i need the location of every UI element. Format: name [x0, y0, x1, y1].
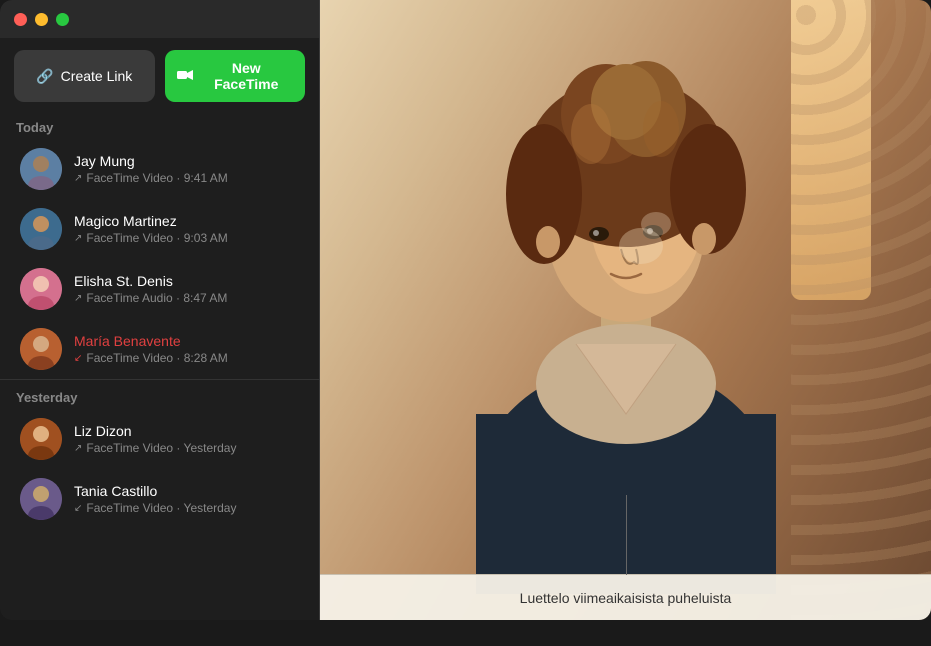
call-arrow-jay: ↗: [74, 173, 82, 184]
call-detail-text-tania: FaceTime Video · Yesterday: [86, 501, 236, 515]
link-icon: 🔗: [36, 68, 53, 85]
call-detail-magico: ↗ FaceTime Video · 9:03 AM: [74, 231, 299, 245]
call-detail-jay: ↗ FaceTime Video · 9:41 AM: [74, 171, 299, 185]
avatar-liz: [20, 418, 62, 460]
call-arrow-liz: ↗: [74, 443, 82, 454]
call-name-magico: Magico Martinez: [74, 213, 299, 229]
call-name-tania: Tania Castillo: [74, 483, 299, 499]
call-info-magico: Magico Martinez ↗ FaceTime Video · 9:03 …: [74, 213, 299, 245]
call-detail-text-elisha: FaceTime Audio · 8:47 AM: [86, 291, 227, 305]
call-item-magico[interactable]: Magico Martinez ↗ FaceTime Video · 9:03 …: [4, 199, 315, 259]
call-item-maria[interactable]: María Benavente ↙ FaceTime Video · 8:28 …: [4, 319, 315, 379]
toolbar: 🔗 Create Link New FaceTime: [0, 38, 319, 114]
yesterday-section-label: Yesterday: [0, 384, 319, 409]
call-arrow-elisha: ↗: [74, 293, 82, 304]
caption-pointer-line: [626, 495, 627, 575]
call-arrow-tania: ↙: [74, 503, 82, 514]
call-item-tania[interactable]: Tania Castillo ↙ FaceTime Video · Yester…: [4, 469, 315, 529]
call-item-jay[interactable]: Jay Mung ↗ FaceTime Video · 9:41 AM: [4, 139, 315, 199]
maximize-button[interactable]: [56, 13, 69, 26]
call-name-jay: Jay Mung: [74, 153, 299, 169]
call-name-liz: Liz Dizon: [74, 423, 299, 439]
app-window: 🔗 Create Link New FaceTime Today: [0, 0, 931, 620]
call-detail-text-jay: FaceTime Video · 9:41 AM: [86, 171, 227, 185]
video-camera-icon: [177, 68, 193, 84]
avatar-maria: [20, 328, 62, 370]
call-info-jay: Jay Mung ↗ FaceTime Video · 9:41 AM: [74, 153, 299, 185]
call-info-elisha: Elisha St. Denis ↗ FaceTime Audio · 8:47…: [74, 273, 299, 305]
avatar-jay: [20, 148, 62, 190]
call-detail-text-maria: FaceTime Video · 8:28 AM: [86, 351, 227, 365]
caption-area: Luettelo viimeaikaisista puheluista: [320, 574, 931, 620]
call-info-maria: María Benavente ↙ FaceTime Video · 8:28 …: [74, 333, 299, 365]
call-name-elisha: Elisha St. Denis: [74, 273, 299, 289]
call-detail-liz: ↗ FaceTime Video · Yesterday: [74, 441, 299, 455]
titlebar: [0, 0, 319, 38]
call-arrow-magico: ↗: [74, 233, 82, 244]
call-arrow-maria: ↙: [74, 353, 82, 364]
call-name-maria: María Benavente: [74, 333, 299, 349]
call-info-liz: Liz Dizon ↗ FaceTime Video · Yesterday: [74, 423, 299, 455]
call-info-tania: Tania Castillo ↙ FaceTime Video · Yester…: [74, 483, 299, 515]
create-link-label: Create Link: [61, 68, 133, 84]
avatar-elisha: [20, 268, 62, 310]
call-item-elisha[interactable]: Elisha St. Denis ↗ FaceTime Audio · 8:47…: [4, 259, 315, 319]
call-detail-tania: ↙ FaceTime Video · Yesterday: [74, 501, 299, 515]
section-divider: [0, 379, 319, 380]
today-section-label: Today: [0, 114, 319, 139]
new-facetime-button[interactable]: New FaceTime: [165, 50, 306, 102]
avatar-magico: [20, 208, 62, 250]
call-detail-text-liz: FaceTime Video · Yesterday: [86, 441, 236, 455]
minimize-button[interactable]: [35, 13, 48, 26]
main-content: Luettelo viimeaikaisista puheluista: [320, 0, 931, 620]
call-list: Today Jay Mung ↗ FaceTime Video · 9:41 A…: [0, 114, 319, 620]
call-item-liz[interactable]: Liz Dizon ↗ FaceTime Video · Yesterday: [4, 409, 315, 469]
create-link-button[interactable]: 🔗 Create Link: [14, 50, 155, 102]
call-detail-maria: ↙ FaceTime Video · 8:28 AM: [74, 351, 299, 365]
caption-text: Luettelo viimeaikaisista puheluista: [520, 590, 732, 606]
new-facetime-label: New FaceTime: [200, 60, 294, 92]
close-button[interactable]: [14, 13, 27, 26]
call-detail-elisha: ↗ FaceTime Audio · 8:47 AM: [74, 291, 299, 305]
sidebar: 🔗 Create Link New FaceTime Today: [0, 0, 320, 620]
call-detail-text-magico: FaceTime Video · 9:03 AM: [86, 231, 227, 245]
avatar-tania: [20, 478, 62, 520]
